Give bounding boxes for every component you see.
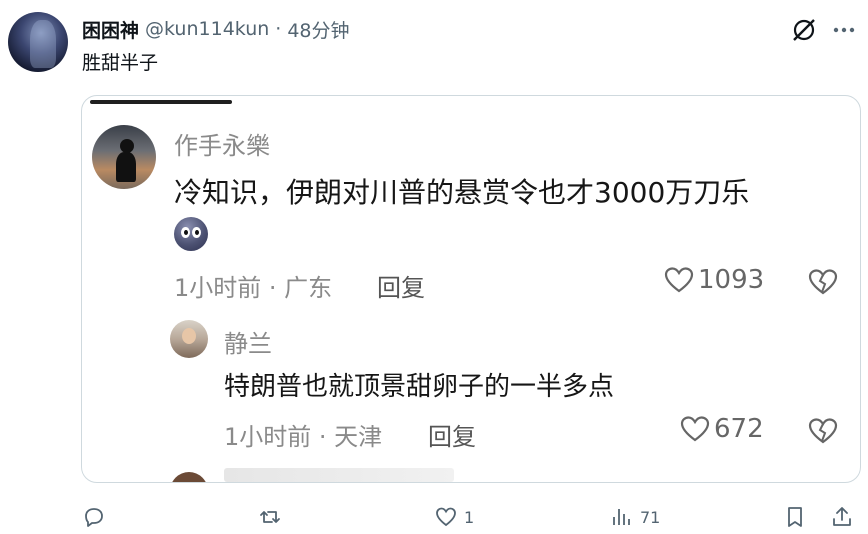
reply-action[interactable] — [82, 502, 106, 532]
reply-icon[interactable] — [82, 505, 106, 529]
retweet-action[interactable] — [258, 502, 282, 532]
heart-icon — [680, 416, 710, 442]
comment-like-count: 1093 — [698, 265, 765, 295]
more-icon[interactable] — [830, 16, 858, 44]
timestamp[interactable]: 48分钟 — [287, 16, 349, 43]
comment-like: 1093 — [664, 265, 764, 295]
like-action[interactable]: 1 — [434, 502, 474, 532]
views-action[interactable]: 71 — [610, 502, 660, 532]
author-avatar[interactable] — [8, 12, 68, 72]
share-action[interactable] — [830, 502, 854, 532]
tweet-header: 困困神 @kun114kun · 48分钟 — [82, 14, 350, 44]
tweet-text: 胜甜半子 — [82, 52, 159, 74]
media-topbar — [90, 100, 232, 104]
next-comment-avatar-partial — [170, 472, 208, 482]
replier-avatar — [170, 320, 208, 358]
reply-like: 672 — [680, 414, 764, 444]
heart-icon — [664, 267, 694, 293]
views-count: 71 — [640, 507, 661, 527]
like-count: 1 — [464, 507, 475, 527]
share-icon[interactable] — [830, 505, 854, 529]
comment-text: 冷知识，伊朗对川普的悬赏令也才3000万刀乐 — [174, 176, 750, 209]
replier-name: 静兰 — [224, 330, 272, 358]
broken-heart-icon — [808, 269, 838, 295]
comment-meta: 1小时前 · 广东 — [174, 274, 333, 302]
comment-reply-button: 回复 — [377, 274, 425, 302]
broken-heart-icon — [808, 418, 838, 444]
commenter-name: 作手永樂 — [174, 132, 270, 160]
handle[interactable]: @kun114kun — [145, 18, 269, 40]
separator-dot: · — [275, 18, 282, 40]
views-icon[interactable] — [610, 505, 634, 529]
like-icon[interactable] — [434, 505, 458, 529]
bookmark-action[interactable] — [783, 502, 807, 532]
reply-reply-button: 回复 — [428, 423, 476, 451]
commenter-avatar — [92, 125, 156, 189]
reply-meta: 1小时前 · 天津 — [224, 423, 383, 451]
retweet-icon[interactable] — [258, 505, 282, 529]
grok-icon[interactable] — [790, 16, 818, 44]
bookmark-icon[interactable] — [783, 505, 807, 529]
display-name[interactable]: 困困神 — [82, 16, 139, 43]
next-comment-partial — [224, 468, 454, 482]
embedded-screenshot[interactable]: 作手永樂 冷知识，伊朗对川普的悬赏令也才3000万刀乐 1小时前 · 广东 回复… — [81, 95, 861, 483]
reply-text: 特朗普也就顶景甜卵子的一半多点 — [224, 372, 615, 402]
reply-like-count: 672 — [714, 414, 764, 444]
face-emoji-icon — [174, 217, 208, 251]
